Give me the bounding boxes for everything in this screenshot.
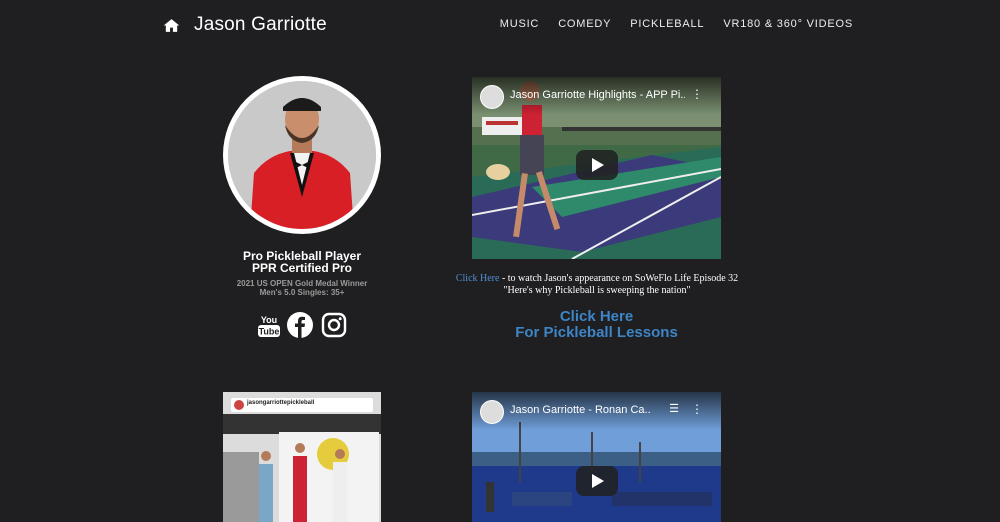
svg-text:You: You — [261, 315, 277, 325]
episode-caption: Click Here - to watch Jason's appearance… — [440, 273, 754, 284]
home-icon[interactable] — [163, 17, 180, 34]
profile-photo — [223, 76, 381, 234]
channel-avatar[interactable] — [480, 400, 504, 424]
instagram-avatar[interactable] — [234, 400, 244, 410]
episode-quote: "Here's why Pickleball is sweeping the n… — [503, 285, 691, 296]
play-icon[interactable] — [576, 466, 618, 496]
instagram-icon[interactable] — [321, 312, 347, 338]
nav-comedy[interactable]: COMEDY — [558, 18, 611, 30]
profile-achievement: 2021 US OPEN Gold Medal Winner — [236, 279, 368, 288]
main-menu: MUSIC COMEDY PICKLEBALL VR180 & 360° VID… — [500, 18, 853, 30]
svg-text:Tube: Tube — [259, 327, 280, 337]
lessons-link[interactable]: Click Here — [472, 308, 721, 325]
lessons-link-subtitle[interactable]: For Pickleball Lessons — [472, 324, 721, 341]
profile-image — [228, 81, 376, 229]
video-title[interactable]: Jason Garriotte Highlights - APP Pi... — [510, 89, 685, 101]
nav-vr-videos[interactable]: VR180 & 360° VIDEOS — [723, 18, 853, 30]
instagram-username[interactable]: jasongarriottepickleball — [247, 400, 314, 406]
more-options-icon[interactable]: ⋮ — [691, 402, 703, 416]
more-options-icon[interactable]: ⋮ — [691, 87, 703, 101]
watch-later-icon[interactable]: ☰ — [669, 402, 679, 415]
nav-music[interactable]: MUSIC — [500, 18, 539, 30]
youtube-video-highlights[interactable]: Jason Garriotte Highlights - APP Pi... ⋮ — [472, 77, 721, 259]
youtube-icon[interactable]: You Tube — [256, 312, 282, 338]
youtube-video-ronan[interactable]: Jason Garriotte - Ronan Ca... ☰ ⋮ — [472, 392, 721, 522]
nav-pickleball[interactable]: PICKLEBALL — [630, 18, 704, 30]
site-title[interactable]: Jason Garriotte — [194, 14, 327, 36]
top-nav: Jason Garriotte MUSIC COMEDY PICKLEBALL … — [0, 0, 1000, 52]
episode-caption-text: - to watch Jason's appearance on SoWeFlo… — [499, 273, 739, 284]
video-title[interactable]: Jason Garriotte - Ronan Ca... — [510, 404, 650, 416]
profile-division: Men's 5.0 Singles: 35+ — [259, 288, 345, 297]
channel-avatar[interactable] — [480, 85, 504, 109]
instagram-post[interactable]: jasongarriottepickleball — [223, 392, 381, 522]
play-icon[interactable] — [576, 150, 618, 180]
episode-link[interactable]: Click Here — [456, 273, 500, 284]
profile-certification: PPR Certified Pro — [251, 261, 353, 275]
instagram-header: jasongarriottepickleball — [231, 398, 373, 412]
facebook-icon[interactable] — [287, 312, 313, 338]
